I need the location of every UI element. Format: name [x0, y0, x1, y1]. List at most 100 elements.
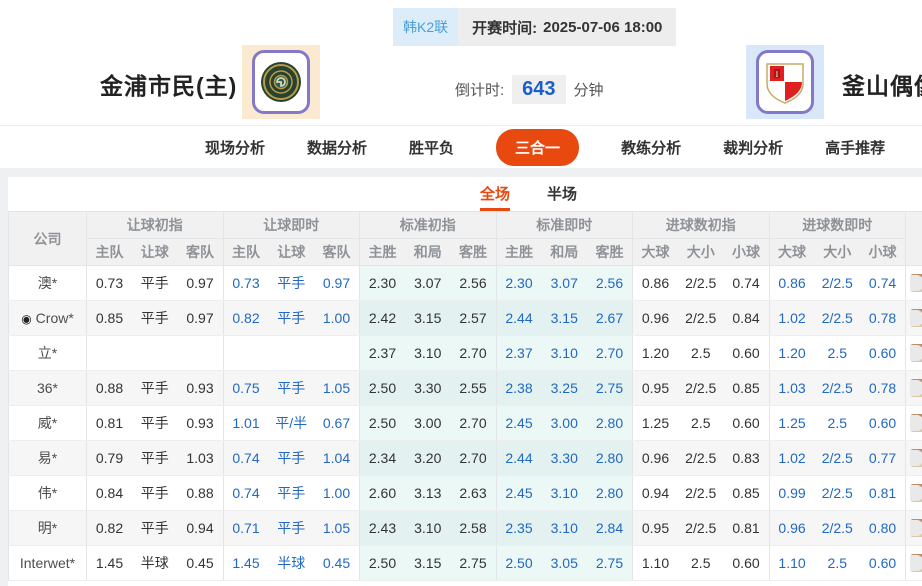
league-badge[interactable]: 韩K2联 [393, 8, 459, 46]
odds-cell: 0.81 [723, 510, 770, 546]
table-row: 伟* 0.84 平手 0.88 0.74 平手 1.00 2.60 3.13 2.63 2.45 3.… [8, 475, 922, 511]
odds-cell: 2.63 [450, 475, 496, 511]
odds-cell: 0.60 [723, 335, 770, 371]
odds-cell: 2/2.5 [814, 510, 861, 546]
odds-cell: 0.94 [177, 510, 223, 546]
odds-cell: 1.02 [768, 300, 815, 336]
odds-cell: 0.97 [314, 265, 360, 301]
company-cell[interactable]: Interwet* [8, 545, 87, 581]
teams-row: 金浦市民(主) 倒计时: 643 分钟 I 釜山偶 [0, 45, 922, 125]
odds-cell: 2.50 [495, 545, 542, 581]
nav-item-live-analysis[interactable]: 现场分析 [205, 137, 265, 158]
odds-cell: 0.95 [632, 370, 678, 406]
company-cell[interactable]: 36* [8, 370, 87, 406]
odds-cell: 平/半 [268, 405, 314, 441]
odds-cell: 1.10 [768, 545, 815, 581]
odds-cell: 0.81 [860, 475, 906, 511]
odds-cell: 2.75 [450, 545, 496, 581]
odds-cell: 2.67 [587, 300, 633, 336]
odds-cell: 0.95 [632, 510, 678, 546]
company-cell[interactable]: 易* [8, 440, 87, 476]
odds-cell: 1.00 [314, 300, 360, 336]
odds-cell: 半球 [132, 545, 178, 581]
odds-detail-icon[interactable] [910, 414, 922, 432]
odds-cell: 1.45 [222, 545, 269, 581]
odds-cell: 0.97 [177, 265, 223, 301]
odds-cell: 2.5 [814, 335, 861, 371]
group-header-standard-initial: 标准初指 [359, 211, 497, 239]
odds-detail-icon[interactable] [910, 309, 922, 327]
tab-full-match[interactable]: 全场 [480, 183, 511, 211]
odds-cell: 3.07 [405, 265, 451, 301]
odds-cell: 3.00 [405, 405, 451, 441]
odds-detail-icon[interactable] [910, 379, 922, 397]
subcol-header: 大球 [768, 238, 815, 266]
odds-cell: 平手 [132, 300, 178, 336]
odds-cell: 3.30 [405, 370, 451, 406]
nav-item-referee-analysis[interactable]: 裁判分析 [723, 137, 783, 158]
odds-detail-icon[interactable] [910, 519, 922, 537]
company-cell[interactable]: ◉ Crow* [8, 300, 87, 336]
analysis-nav: 现场分析 数据分析 胜平负 三合一 教练分析 裁判分析 高手推荐 [0, 125, 922, 168]
row-actions-cell [905, 475, 922, 511]
nav-item-three-in-one[interactable]: 三合一 [496, 128, 580, 166]
subcol-header: 主队 [222, 238, 269, 266]
odds-cell: 2.44 [495, 440, 542, 476]
nav-item-win-draw-lose[interactable]: 胜平负 [409, 137, 454, 158]
odds-cell: 2.58 [450, 510, 496, 546]
odds-detail-icon[interactable] [910, 449, 922, 467]
tab-half-match[interactable]: 半场 [547, 183, 577, 211]
subcol-header: 主胜 [359, 238, 405, 266]
subcol-header: 主队 [86, 238, 132, 266]
odds-cell: 2.5 [678, 335, 724, 371]
company-cell[interactable]: 明* [8, 510, 87, 546]
kickoff-label: 开赛时间: [472, 19, 538, 37]
odds-cell: 2/2.5 [678, 475, 724, 511]
odds-cell: 3.20 [405, 440, 451, 476]
odds-cell: 0.96 [768, 510, 815, 546]
odds-cell: 0.84 [86, 475, 132, 511]
company-cell[interactable]: 立* [8, 335, 87, 371]
odds-cell: 3.25 [541, 370, 587, 406]
subcol-header: 和局 [541, 238, 587, 266]
kickoff-time: 开赛时间: 2025-07-06 18:00 [458, 8, 676, 46]
odds-cell: 0.67 [314, 405, 360, 441]
odds-cell: 3.10 [541, 510, 587, 546]
company-cell[interactable]: 威* [8, 405, 87, 441]
kickoff-value: 2025-07-06 18:00 [543, 18, 663, 36]
company-name: 伟* [37, 485, 58, 501]
nav-item-expert-picks[interactable]: 高手推荐 [825, 137, 885, 158]
row-actions-cell [905, 440, 922, 476]
odds-cell: 2/2.5 [678, 300, 724, 336]
nav-item-data-analysis[interactable]: 数据分析 [307, 137, 367, 158]
row-actions-cell [905, 370, 922, 406]
odds-detail-icon[interactable] [910, 274, 922, 292]
odds-cell: 0.60 [860, 545, 906, 581]
table-row: 澳* 0.73 平手 0.97 0.73 平手 0.97 2.30 3.07 2.56 2.30 3.… [8, 265, 922, 301]
odds-cell [268, 335, 314, 371]
odds-cell: 2/2.5 [814, 370, 861, 406]
odds-cell: 2.50 [359, 405, 405, 441]
column-header-company: 公司 [8, 211, 87, 266]
odds-cell: 2.80 [587, 440, 633, 476]
odds-cell: 2.45 [495, 405, 542, 441]
odds-cell: 0.77 [860, 440, 906, 476]
subcol-header: 大球 [632, 238, 678, 266]
company-cell[interactable]: 澳* [8, 265, 87, 301]
odds-cell: 2.42 [359, 300, 405, 336]
company-name: Crow* [35, 310, 74, 326]
subcol-header: 主胜 [495, 238, 542, 266]
odds-cell: 2.38 [495, 370, 542, 406]
company-name: 易* [37, 450, 58, 466]
company-name: 明* [37, 520, 58, 536]
odds-detail-icon[interactable] [910, 344, 922, 362]
odds-detail-icon[interactable] [910, 484, 922, 502]
odds-detail-icon[interactable] [910, 554, 922, 572]
table-row: 威* 0.81 平手 0.93 1.01 平/半 0.67 2.50 3.00 2.70 2.45 3… [8, 405, 922, 441]
svg-text:I: I [776, 70, 779, 79]
nav-item-coach-analysis[interactable]: 教练分析 [621, 137, 681, 158]
odds-cell: 3.30 [541, 440, 587, 476]
odds-cell: 0.74 [860, 265, 906, 301]
odds-cell: 0.74 [723, 265, 770, 301]
company-cell[interactable]: 伟* [8, 475, 87, 511]
